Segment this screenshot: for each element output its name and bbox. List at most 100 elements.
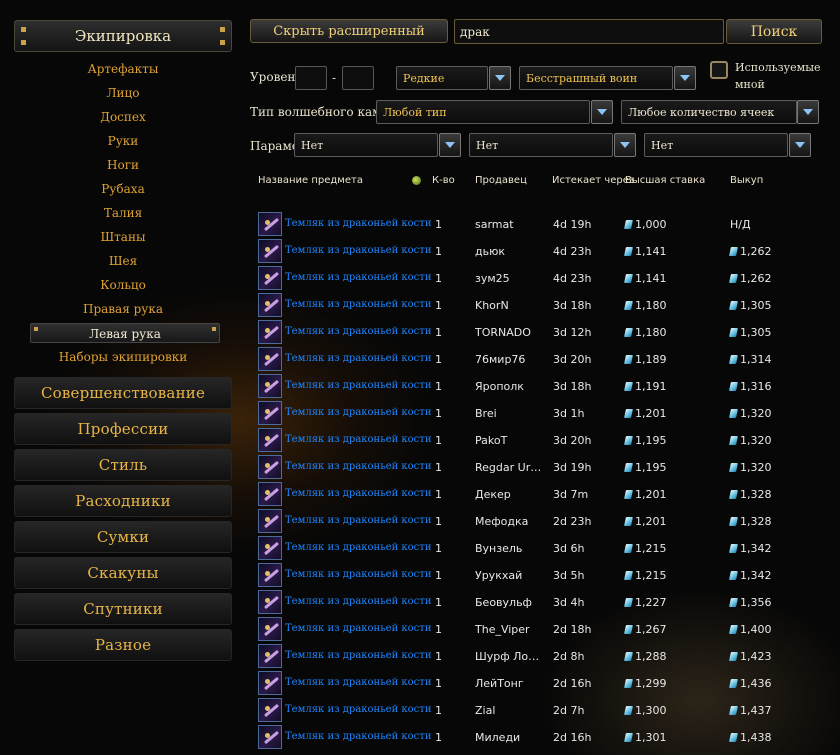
table-row[interactable]: Темляк из драконьей кости 1 PakoT 3d 20h 1,1… [258,428,818,453]
column-header-buyout[interactable]: Выкуп [730,175,763,186]
item-icon[interactable] [258,536,282,560]
item-icon[interactable] [258,590,282,614]
category-button[interactable]: Скакуны [14,557,232,589]
subcategory-item[interactable]: Кольцо [14,273,232,297]
table-row[interactable]: Темляк из драконьей кости 1 Миледи 2d 16h 1,… [258,725,818,750]
item-name-link[interactable]: Темляк из драконьей кости [285,434,431,445]
chevron-down-icon[interactable] [674,66,696,90]
usable-by-me-checkbox[interactable] [710,61,728,79]
item-icon[interactable] [258,617,282,641]
sort-indicator-icon[interactable] [412,176,421,185]
level-max-input[interactable] [342,66,374,90]
item-icon[interactable] [258,644,282,668]
class-dropdown[interactable]: Бесстрашный воин [519,66,673,90]
table-row[interactable]: Темляк из драконьей кости 1 Декер 3d 7m 1,20… [258,482,818,507]
item-icon[interactable] [258,698,282,722]
item-name-link[interactable]: Темляк из драконьей кости [285,326,431,337]
level-min-input[interactable] [295,66,327,90]
item-icon[interactable] [258,671,282,695]
subcategory-item[interactable]: Талия [14,201,232,225]
item-name-link[interactable]: Темляк из драконьей кости [285,272,431,283]
hide-advanced-button[interactable]: Скрыть расширенный [250,19,448,43]
subcategory-item[interactable]: Правая рука [14,297,232,321]
item-icon[interactable] [258,482,282,506]
chevron-down-icon[interactable] [439,133,461,157]
category-button[interactable]: Профессии [14,413,232,445]
table-row[interactable]: Темляк из драконьей кости 1 Беовульф 3d 4h 1… [258,590,818,615]
subcategory-item[interactable]: Штаны [14,225,232,249]
column-header-qty[interactable]: К-во [432,175,455,186]
parameter-3-dropdown[interactable]: Нет [644,133,788,157]
table-row[interactable]: Темляк из драконьей кости 1 Вунзель 3d 6h 1,… [258,536,818,561]
search-button[interactable]: Поиск [726,19,822,44]
parameter-1-dropdown[interactable]: Нет [294,133,438,157]
table-row[interactable]: Темляк из драконьей кости 1 Урукхай 3d 5h 1,… [258,563,818,588]
item-name-link[interactable]: Темляк из драконьей кости [285,650,431,661]
subcategory-item[interactable]: Левая рука [30,323,220,343]
subcategory-item[interactable]: Руки [14,129,232,153]
subcategory-item[interactable]: Шея [14,249,232,273]
table-row[interactable]: Темляк из драконьей кости 1 Zial 2d 7h 1,300… [258,698,818,723]
table-row[interactable]: Темляк из драконьей кости 1 зум25 4d 23h 1,1… [258,266,818,291]
subcategory-item[interactable]: Артефакты [14,57,232,81]
table-row[interactable]: Темляк из драконьей кости 1 The_Viper 2d 18… [258,617,818,642]
item-icon[interactable] [258,212,282,236]
item-name-link[interactable]: Темляк из драконьей кости [285,704,431,715]
category-button[interactable]: Стиль [14,449,232,481]
gem-type-dropdown[interactable]: Любой тип [376,100,590,124]
table-row[interactable]: Темляк из драконьей кости 1 KhorN 3d 18h 1,1… [258,293,818,318]
item-icon[interactable] [258,374,282,398]
table-row[interactable]: Темляк из драконьей кости 1 Brei 3d 1h 1,201… [258,401,818,426]
column-header-bid[interactable]: Высшая ставка [625,175,705,186]
category-button[interactable]: Разное [14,629,232,661]
rarity-dropdown[interactable]: Редкие [396,66,488,90]
item-icon[interactable] [258,239,282,263]
category-button[interactable]: Спутники [14,593,232,625]
item-name-link[interactable]: Темляк из драконьей кости [285,731,431,742]
item-icon[interactable] [258,320,282,344]
category-button[interactable]: Сумки [14,521,232,553]
item-icon[interactable] [258,428,282,452]
item-icon[interactable] [258,347,282,371]
item-icon[interactable] [258,293,282,317]
item-icon[interactable] [258,725,282,749]
table-row[interactable]: Темляк из драконьей кости 1 ЛейТонг 2d 16h 1… [258,671,818,696]
item-name-link[interactable]: Темляк из драконьей кости [285,461,431,472]
subcategory-item[interactable]: Наборы экипировки [14,345,232,369]
item-name-link[interactable]: Темляк из драконьей кости [285,299,431,310]
search-input[interactable]: драк [454,19,724,44]
chevron-down-icon[interactable] [489,66,511,90]
table-row[interactable]: Темляк из драконьей кости 1 76мир76 3d 20h 1… [258,347,818,372]
chevron-down-icon[interactable] [591,100,613,124]
item-name-link[interactable]: Темляк из драконьей кости [285,245,431,256]
item-name-link[interactable]: Темляк из драконьей кости [285,542,431,553]
table-row[interactable]: Темляк из драконьей кости 1 Ярополк 3d 18h 1… [258,374,818,399]
column-header-name[interactable]: Название предмета [258,175,363,186]
table-row[interactable]: Темляк из драконьей кости 1 TORNADO 3d 12h 1… [258,320,818,345]
item-name-link[interactable]: Темляк из драконьей кости [285,677,431,688]
column-header-expires[interactable]: Истекает через [552,175,634,186]
item-name-link[interactable]: Темляк из драконьей кости [285,569,431,580]
category-button[interactable]: Расходники [14,485,232,517]
item-name-link[interactable]: Темляк из драконьей кости [285,218,431,229]
item-name-link[interactable]: Темляк из драконьей кости [285,596,431,607]
item-icon[interactable] [258,509,282,533]
category-button[interactable]: Совершенствование [14,377,232,409]
subcategory-item[interactable]: Лицо [14,81,232,105]
column-header-seller[interactable]: Продавец [475,175,527,186]
table-row[interactable]: Темляк из драконьей кости 1 Шурф Лонл… 2d 8… [258,644,818,669]
subcategory-item[interactable]: Доспех [14,105,232,129]
chevron-down-icon[interactable] [614,133,636,157]
item-name-link[interactable]: Темляк из драконьей кости [285,515,431,526]
subcategory-item[interactable]: Рубаха [14,177,232,201]
item-icon[interactable] [258,455,282,479]
table-row[interactable]: Темляк из драконьей кости 1 Regdar Urt… 3d … [258,455,818,480]
table-row[interactable]: Темляк из драконьей кости 1 sarmat 4d 19h 1,… [258,212,818,237]
item-name-link[interactable]: Темляк из драконьей кости [285,380,431,391]
category-header-equipment[interactable]: Экипировка [14,20,232,52]
item-icon[interactable] [258,401,282,425]
item-name-link[interactable]: Темляк из драконьей кости [285,488,431,499]
table-row[interactable]: Темляк из драконьей кости 1 дьюк 4d 23h 1,14… [258,239,818,264]
item-icon[interactable] [258,266,282,290]
item-name-link[interactable]: Темляк из драконьей кости [285,353,431,364]
